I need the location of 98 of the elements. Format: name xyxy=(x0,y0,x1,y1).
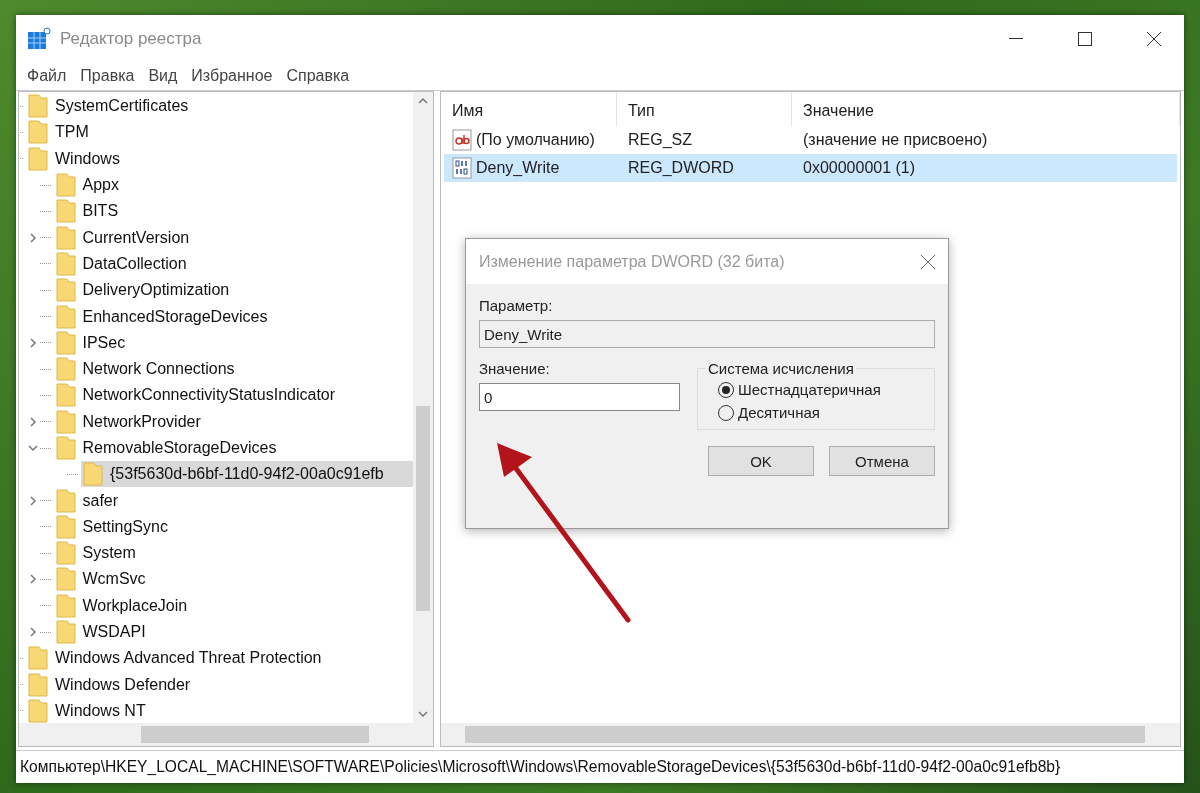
group-label: Система исчисления xyxy=(707,360,855,377)
radio-option[interactable]: Десятичная xyxy=(718,404,924,421)
tree-item[interactable]: Network Connections xyxy=(53,356,413,383)
field-label: Значение: xyxy=(479,360,551,377)
value-field[interactable]: 0 xyxy=(479,383,680,411)
chevron-icon xyxy=(27,337,38,348)
value-data: (значение не присвоено) xyxy=(802,131,989,149)
tree-item[interactable]: BITS xyxy=(53,198,413,225)
tree-item[interactable]: DataCollection xyxy=(53,250,413,277)
horizontal-scrollbar[interactable] xyxy=(441,723,1180,746)
tree-item[interactable]: Windows Defender xyxy=(26,671,413,698)
tree-item[interactable]: TPM xyxy=(26,119,413,146)
tree-item[interactable]: SystemCertificates xyxy=(26,93,413,120)
value-name: Deny_Write xyxy=(444,157,620,179)
folder-icon xyxy=(28,672,48,697)
tree-item[interactable]: RemovableStorageDevices xyxy=(53,435,413,461)
value-name: (По умолчанию) xyxy=(444,129,620,151)
tree-item[interactable]: SettingSync xyxy=(53,513,413,540)
folder-icon xyxy=(55,278,76,303)
tree-item[interactable]: CurrentVersion xyxy=(53,224,413,251)
folder-icon xyxy=(28,698,48,723)
column-header[interactable]: Тип xyxy=(617,92,792,126)
status-path: Компьютер\HKEY_LOCAL_MACHINE\SOFTWARE\Policies\Microsoft\Windows\RemovableStorageDevices\{53f5630d-b6bf-11d0-94f2-00a0c91efb8b} xyxy=(20,758,1062,776)
chevron-icon xyxy=(27,627,38,638)
close-icon xyxy=(920,253,936,270)
scroll-thumb[interactable] xyxy=(141,726,369,743)
tree-item[interactable]: EnhancedStorageDevices xyxy=(53,303,413,330)
folder-icon xyxy=(28,120,48,145)
tree-item[interactable]: Windows Advanced Threat Protection xyxy=(26,645,413,672)
column-header[interactable]: Значение xyxy=(792,92,1180,126)
chevron-icon xyxy=(27,416,38,427)
tree-item[interactable]: DeliveryOptimization xyxy=(53,277,413,304)
tree-item[interactable]: NetworkConnectivityStatusIndicator xyxy=(53,382,413,409)
folder-icon xyxy=(55,620,76,645)
radio-option[interactable]: Шестнадцатеричная xyxy=(718,381,924,398)
folder-icon xyxy=(55,357,76,382)
tree-item[interactable]: WSDAPI xyxy=(53,619,413,646)
folder-icon xyxy=(28,94,48,119)
scroll-thumb[interactable] xyxy=(465,726,1145,743)
chevron-icon xyxy=(27,443,38,453)
folder-icon xyxy=(28,646,48,671)
folder-icon xyxy=(55,409,76,434)
tree-item[interactable]: WorkplaceJoin xyxy=(53,592,413,619)
value-data: 0x00000001 (1) xyxy=(802,159,917,177)
value-row[interactable]: (По умолчанию) REG_SZ (значение не присвоено) xyxy=(444,126,1177,154)
scroll-thumb[interactable] xyxy=(416,406,430,611)
folder-icon xyxy=(55,199,76,224)
menu-item[interactable]: Справка xyxy=(284,67,358,85)
value-row[interactable]: Deny_Write REG_DWORD 0x00000001 (1) xyxy=(444,154,1177,182)
tree-item[interactable]: Windows NT xyxy=(26,697,413,723)
folder-icon xyxy=(55,541,76,566)
tree-item[interactable]: {53f5630d-b6bf-11d0-94f2-00a0c91efb xyxy=(81,461,413,488)
folder-icon xyxy=(55,330,76,355)
tree-item[interactable]: WcmSvc xyxy=(53,566,413,593)
app-icon xyxy=(27,26,51,51)
folder-icon xyxy=(55,383,76,408)
folder-icon xyxy=(55,304,76,329)
string-value-icon xyxy=(452,129,472,151)
chevron-icon xyxy=(27,495,38,506)
value-type: REG_DWORD xyxy=(627,159,735,177)
folder-icon xyxy=(55,225,76,250)
dialog-title: Изменение параметра DWORD (32 бита) xyxy=(479,252,786,271)
maximize-icon xyxy=(1078,31,1092,46)
field-label: Параметр: xyxy=(479,297,554,314)
binary-value-icon xyxy=(452,157,472,179)
chevron-icon xyxy=(27,574,38,585)
chevron-icon xyxy=(418,96,428,106)
folder-icon xyxy=(55,488,76,513)
minimize-icon xyxy=(1009,37,1023,40)
tree-item[interactable]: safer xyxy=(53,487,413,514)
menu-item[interactable]: Избранное xyxy=(189,67,281,85)
dialog-button[interactable]: Отмена xyxy=(829,446,935,476)
tree-item[interactable]: IPSec xyxy=(53,329,413,356)
parameter-name-field[interactable]: Deny_Write xyxy=(479,320,935,348)
window-title: Редактор реестра xyxy=(60,28,203,49)
horizontal-scrollbar[interactable] xyxy=(19,723,433,746)
chevron-icon xyxy=(418,709,428,719)
value-type: REG_SZ xyxy=(627,131,693,149)
folder-icon xyxy=(55,436,76,460)
folder-icon xyxy=(55,251,76,276)
vertical-scrollbar[interactable] xyxy=(413,92,433,723)
folder-icon xyxy=(83,462,103,487)
close-icon xyxy=(1146,30,1162,47)
chevron-icon xyxy=(27,232,38,243)
menu-item[interactable]: Вид xyxy=(146,67,186,85)
menu-item[interactable]: Правка xyxy=(78,67,143,85)
tree-item[interactable]: NetworkProvider xyxy=(53,408,413,435)
tree-item[interactable]: Windows xyxy=(26,145,413,172)
tree-item[interactable]: Appx xyxy=(53,172,413,199)
column-header[interactable]: Имя xyxy=(441,92,617,126)
dialog-button[interactable]: OK xyxy=(708,446,814,476)
folder-icon xyxy=(55,173,76,198)
folder-icon xyxy=(55,567,76,592)
menu-item[interactable]: Файл xyxy=(25,67,75,85)
folder-icon xyxy=(28,146,48,171)
tree-item[interactable]: System xyxy=(53,540,413,567)
folder-icon xyxy=(55,593,76,618)
folder-icon xyxy=(55,514,76,539)
